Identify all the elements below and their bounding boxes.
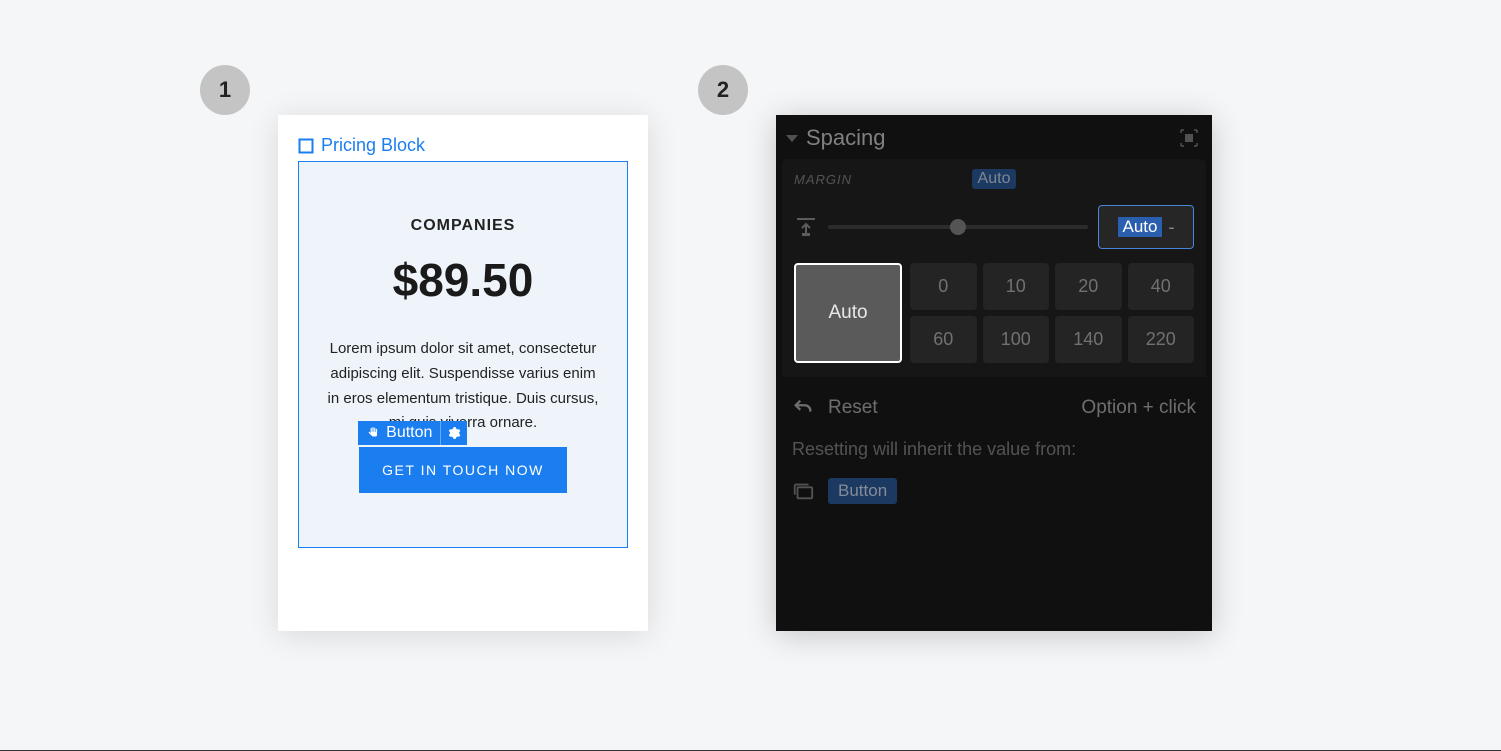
preset-button[interactable]: 100: [983, 316, 1050, 363]
margin-value-text: Auto: [1118, 217, 1163, 237]
slider-thumb[interactable]: [950, 219, 966, 235]
preset-button[interactable]: 60: [910, 316, 977, 363]
margin-value-chip[interactable]: Auto: [972, 169, 1017, 189]
preset-grid: 0 10 20 40 60 100 140 220: [910, 263, 1194, 363]
preset-button[interactable]: 140: [1055, 316, 1122, 363]
preset-button[interactable]: 40: [1128, 263, 1195, 310]
section-title: Spacing: [806, 125, 886, 151]
spacing-panel: Spacing MARGIN Auto Auto - Auto 0 10 20: [776, 115, 1212, 631]
chevron-down-icon: [786, 135, 798, 142]
plan-name: COMPANIES: [327, 217, 599, 235]
spacing-body: MARGIN Auto Auto - Auto 0 10 20 40 60 10…: [782, 159, 1206, 377]
price: $89.50: [327, 253, 599, 307]
container-icon: [298, 138, 314, 154]
inherit-description: Resetting will inherit the value from:: [792, 439, 1196, 460]
inherit-source-row: Button: [792, 478, 1196, 504]
class-icon: [792, 481, 814, 501]
cta-button-wrapper: Button GET IN TOUCH NOW: [360, 448, 566, 492]
margin-unit[interactable]: -: [1168, 217, 1174, 238]
element-tag-text: Button: [386, 424, 432, 442]
pricing-block[interactable]: COMPANIES $89.50 Lorem ipsum dolor sit a…: [298, 161, 628, 548]
preset-auto-button[interactable]: Auto: [794, 263, 902, 363]
reset-row: Reset Option + click: [776, 377, 1212, 439]
reset-shortcut: Option + click: [1081, 397, 1196, 419]
preset-button[interactable]: 20: [1055, 263, 1122, 310]
gear-icon: [447, 426, 461, 440]
cta-button[interactable]: GET IN TOUCH NOW: [360, 448, 566, 492]
preset-button[interactable]: 220: [1128, 316, 1195, 363]
block-label[interactable]: Pricing Block: [298, 135, 628, 156]
margin-label: MARGIN: [794, 172, 962, 187]
undo-icon: [792, 397, 814, 419]
margin-slider[interactable]: [828, 225, 1088, 229]
element-settings-button[interactable]: [441, 421, 467, 445]
block-label-text: Pricing Block: [321, 135, 425, 156]
preset-button[interactable]: 10: [983, 263, 1050, 310]
margin-header-row: MARGIN Auto: [794, 169, 1194, 189]
element-tag-label[interactable]: Button: [358, 421, 441, 445]
step-badge-1: 1: [200, 65, 250, 115]
reset-button[interactable]: Reset: [792, 397, 878, 419]
inherit-section: Resetting will inherit the value from: B…: [776, 439, 1212, 522]
element-selection-tag[interactable]: Button: [358, 421, 467, 445]
margin-value-input[interactable]: Auto -: [1098, 205, 1194, 249]
expand-icon[interactable]: [1180, 129, 1198, 147]
inherit-source-chip[interactable]: Button: [828, 478, 897, 504]
margin-slider-row: Auto -: [794, 205, 1194, 249]
pricing-designer-panel: Pricing Block COMPANIES $89.50 Lorem ips…: [278, 115, 648, 631]
step-badge-2: 2: [698, 65, 748, 115]
section-header[interactable]: Spacing: [776, 115, 1212, 159]
preset-button[interactable]: 0: [910, 263, 977, 310]
reset-label: Reset: [828, 397, 878, 419]
margin-top-icon: [794, 215, 818, 239]
margin-presets: Auto 0 10 20 40 60 100 140 220: [794, 263, 1194, 363]
hand-icon: [366, 426, 380, 440]
